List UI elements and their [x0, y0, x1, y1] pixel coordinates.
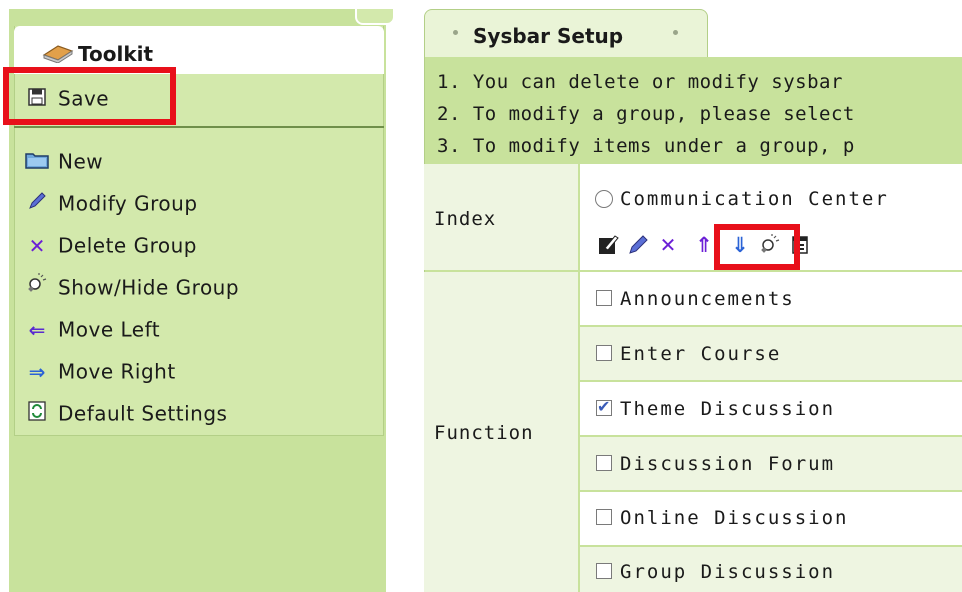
- new-label: New: [58, 149, 104, 174]
- arrow-left-icon: ⇐: [28, 317, 46, 342]
- book-icon: [42, 45, 74, 63]
- edit-icon[interactable]: [597, 234, 619, 256]
- refresh-icon: [24, 397, 50, 431]
- instruction-line: 2. To modify a group, please select: [437, 103, 855, 125]
- modify-group-button[interactable]: Modify Group: [24, 185, 198, 219]
- toolkit-title: Toolkit: [78, 42, 154, 66]
- instruction-line: 1. You can delete or modify sysbar: [437, 71, 843, 93]
- checkbox-group-discussion[interactable]: [596, 563, 612, 579]
- index-row-label: Index: [424, 164, 578, 270]
- move-left-button[interactable]: ⇐ Move Left: [24, 311, 160, 345]
- function-label: Function: [434, 422, 534, 444]
- save-highlight-box: [3, 67, 176, 125]
- show-hide-group-button[interactable]: Show/Hide Group: [24, 269, 239, 303]
- toolkit-divider: [14, 126, 384, 128]
- function-label-announcements: Announcements: [620, 288, 795, 310]
- modify-group-label: Modify Group: [58, 191, 198, 216]
- checkbox-discussion-forum[interactable]: [596, 455, 612, 471]
- delete-group-button[interactable]: ✕ Delete Group: [24, 227, 197, 261]
- move-arrows-highlight-box: [714, 224, 800, 270]
- arrow-right-icon: ⇒: [28, 359, 46, 384]
- group-radio[interactable]: [595, 190, 613, 208]
- show-hide-group-label: Show/Hide Group: [58, 275, 240, 300]
- folder-icon: [24, 145, 50, 179]
- group-name: Communication Center: [620, 188, 889, 210]
- collapse-tab[interactable]: [355, 9, 395, 25]
- function-label-discussion-forum: Discussion Forum: [620, 453, 836, 475]
- delete-x-icon[interactable]: ✕: [657, 234, 679, 256]
- tab-sysbar-setup[interactable]: Sysbar Setup: [424, 9, 708, 57]
- delete-x-icon: ✕: [28, 233, 46, 258]
- new-button[interactable]: New: [24, 143, 103, 177]
- move-right-button[interactable]: ⇒ Move Right: [24, 353, 176, 387]
- function-row-label: Function: [424, 272, 578, 592]
- arrow-up-icon[interactable]: ⇑: [693, 234, 715, 256]
- checkbox-online-discussion[interactable]: [596, 509, 612, 525]
- index-label: Index: [434, 208, 497, 230]
- checkbox-theme-discussion[interactable]: [596, 397, 612, 416]
- checkbox-enter-course[interactable]: [596, 345, 612, 361]
- function-label-online-discussion: Online Discussion: [620, 507, 849, 529]
- move-left-label: Move Left: [58, 317, 161, 342]
- default-settings-label: Default Settings: [58, 401, 228, 426]
- tab-title: Sysbar Setup: [473, 24, 624, 48]
- delete-group-label: Delete Group: [58, 233, 197, 258]
- function-label-theme-discussion: Theme Discussion: [620, 398, 836, 420]
- function-label-group-discussion: Group Discussion: [620, 561, 836, 583]
- move-right-label: Move Right: [58, 359, 176, 384]
- tab-dot-right: [673, 30, 678, 35]
- checkbox-announcements[interactable]: [596, 290, 612, 306]
- instruction-line: 3. To modify items under a group, p: [437, 135, 855, 157]
- tab-dot-left: [453, 30, 458, 35]
- pencil-icon[interactable]: [627, 234, 649, 256]
- default-settings-button[interactable]: Default Settings: [24, 395, 227, 429]
- function-label-enter-course: Enter Course: [620, 343, 782, 365]
- lightbulb-icon: [24, 271, 50, 305]
- pencil-icon: [24, 187, 50, 221]
